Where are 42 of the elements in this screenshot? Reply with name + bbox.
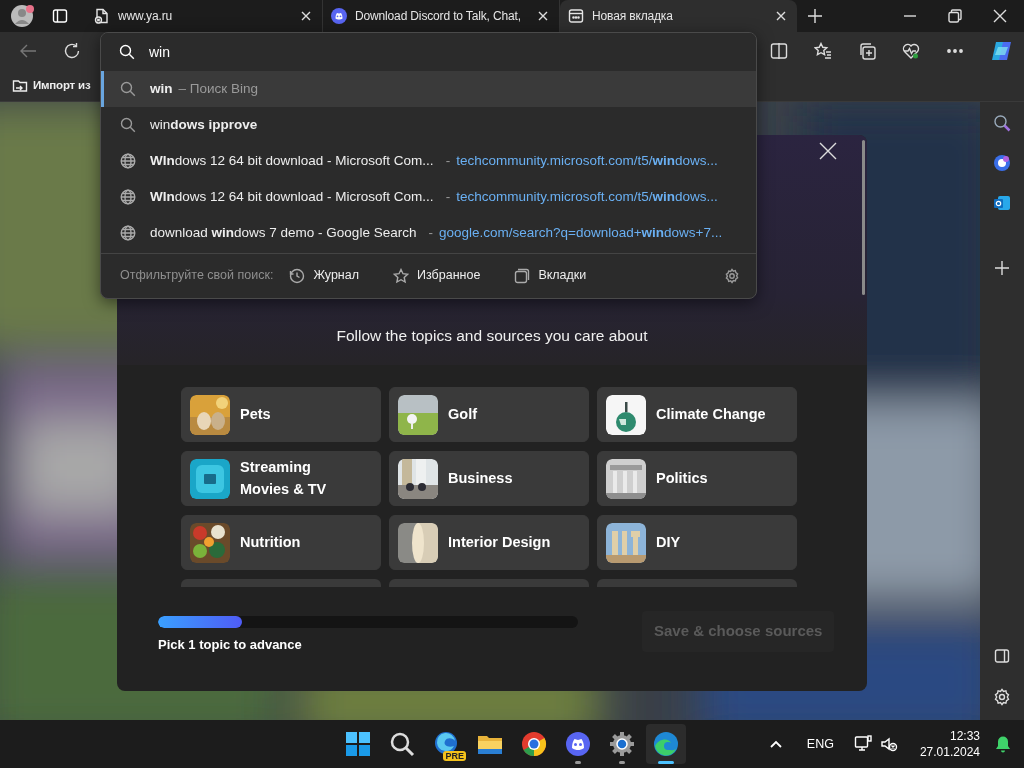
language-indicator[interactable]: ENG [806, 734, 834, 754]
profile-avatar[interactable] [10, 3, 36, 29]
new-tab-button[interactable] [807, 8, 823, 24]
close-window-button[interactable] [993, 9, 1007, 23]
volume-muted-icon[interactable] [879, 735, 898, 753]
browser-icon [651, 729, 681, 759]
close-tab-button[interactable] [300, 10, 312, 22]
mail-app-icon[interactable] [993, 194, 1011, 212]
search-icon [120, 81, 136, 97]
assistant-logo-icon[interactable] [990, 39, 1014, 63]
import-folder-icon [12, 77, 28, 94]
heartbeat-icon[interactable] [902, 42, 920, 60]
tab-actions-icon[interactable] [52, 8, 68, 24]
settings-icon [607, 729, 637, 759]
collections-icon[interactable] [858, 42, 876, 60]
refresh-icon[interactable] [63, 42, 81, 60]
suggestion-item[interactable]: win – Поиск Bing [101, 71, 756, 107]
new-tab-icon [568, 8, 584, 24]
close-tab-button[interactable] [775, 10, 787, 22]
restore-button[interactable] [948, 9, 962, 23]
sidebar-panel-icon[interactable] [994, 648, 1010, 664]
network-icon[interactable] [853, 735, 872, 753]
windows-logo-icon [343, 729, 373, 759]
back-icon[interactable] [19, 42, 37, 60]
close-tab-button[interactable] [537, 10, 549, 22]
favorites-icon[interactable] [814, 42, 832, 60]
taskbar-app-button[interactable]: PRE [426, 724, 466, 764]
browser-icon [519, 729, 549, 759]
preview-badge: PRE [443, 751, 466, 761]
clock[interactable]: 12:33 27.01.2024 [919, 728, 980, 760]
bookmark-item[interactable]: Импорт из [12, 76, 91, 95]
browser-tab[interactable]: Новая вкладка [560, 0, 797, 32]
document-error-icon [94, 8, 110, 24]
plus-icon[interactable] [994, 260, 1010, 276]
chat-app-icon [563, 729, 593, 759]
taskbar-app-button[interactable] [646, 724, 686, 764]
split-screen-icon[interactable] [770, 42, 788, 60]
search-icon[interactable] [993, 114, 1011, 132]
assistant-icon[interactable] [993, 154, 1011, 172]
chat-app-icon [331, 8, 347, 24]
notification-bell-icon[interactable] [994, 735, 1012, 753]
search-icon [119, 44, 135, 60]
